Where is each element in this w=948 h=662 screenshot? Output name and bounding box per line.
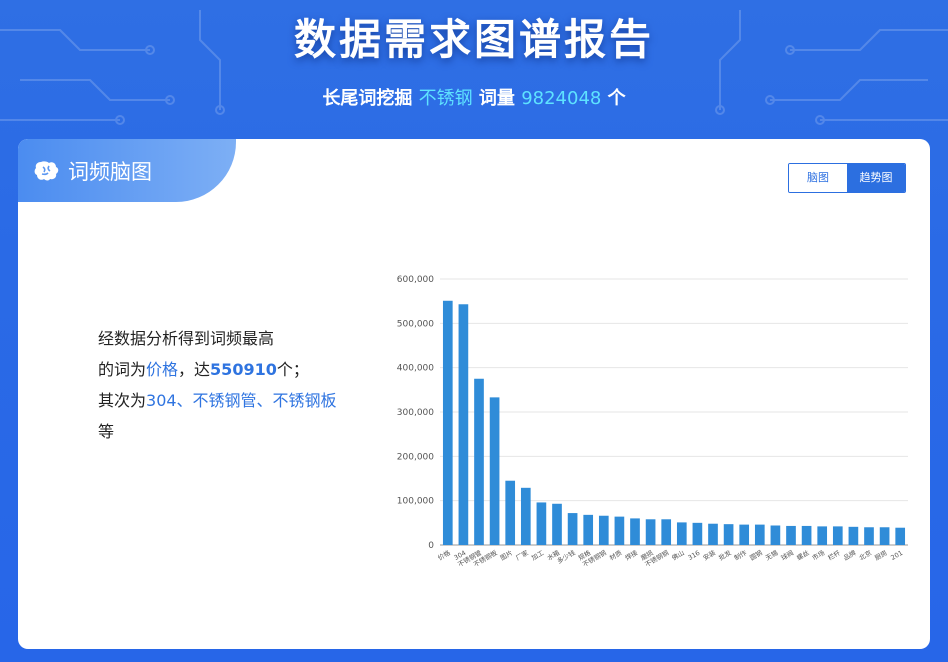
x-tick-label: 螺丝 bbox=[795, 548, 811, 563]
bar bbox=[598, 515, 609, 545]
bar bbox=[692, 522, 703, 545]
x-tick-label: 价格 bbox=[436, 548, 452, 563]
bar bbox=[895, 527, 906, 545]
x-tick-label: 316 bbox=[687, 549, 702, 562]
bar bbox=[583, 514, 594, 545]
summary-line-4: 等 bbox=[98, 422, 115, 441]
summary-text: 经数据分析得到词频最高 的词为价格，达550910个； 其次为304、不锈钢管、… bbox=[98, 323, 378, 447]
x-tick-label: 品牌 bbox=[842, 548, 858, 563]
subtitle: 长尾词挖掘 不锈钢 词量 9824048 个 bbox=[0, 84, 948, 110]
y-tick-label: 400,000 bbox=[397, 364, 434, 374]
next-words: 304、不锈钢管、不锈钢板 bbox=[146, 391, 337, 410]
bar bbox=[661, 519, 672, 545]
view-toggle: 脑图 趋势图 bbox=[788, 163, 906, 193]
tab-trend-chart[interactable]: 趋势图 bbox=[847, 164, 905, 192]
summary-line-2: 的词为价格，达550910个； bbox=[98, 354, 378, 385]
bar bbox=[879, 527, 890, 545]
x-tick-label: 加工 bbox=[530, 548, 546, 563]
bar bbox=[832, 526, 843, 545]
summary-line-3: 其次为304、不锈钢管、不锈钢板 bbox=[98, 385, 378, 416]
bar bbox=[630, 518, 640, 545]
bar bbox=[739, 524, 750, 545]
x-tick-label: 厨房 bbox=[873, 548, 889, 562]
page-title: 数据需求图谱报告 bbox=[293, 15, 654, 64]
bar bbox=[474, 378, 484, 545]
bar bbox=[442, 300, 453, 545]
summary-line-1: 经数据分析得到词频最高 bbox=[98, 329, 275, 348]
bar-chart: 0 100,000 200,000 300,000 400,000 500,000 600,… bbox=[397, 275, 908, 569]
y-tick-label: 0 bbox=[428, 541, 434, 551]
card-tab: 词频脑图 bbox=[18, 139, 236, 202]
x-tick-label: 制作 bbox=[732, 548, 748, 563]
summary-line-2-prefix: 的词为 bbox=[98, 360, 147, 379]
x-tick-label: 圆钢 bbox=[749, 549, 765, 563]
brain-icon bbox=[34, 160, 59, 180]
subtitle-prefix: 长尾词挖掘 bbox=[322, 88, 413, 109]
y-tick-label: 600,000 bbox=[397, 275, 434, 285]
x-tick-label: 北京 bbox=[857, 548, 873, 563]
bar bbox=[708, 523, 718, 545]
y-tick-label: 500,000 bbox=[397, 319, 434, 329]
x-tick-label: 无锡 bbox=[764, 548, 780, 563]
x-tick-label: 市场 bbox=[810, 548, 826, 563]
summary-line-2-suffix: 个； bbox=[276, 360, 309, 379]
bar bbox=[864, 527, 874, 545]
bar bbox=[567, 513, 578, 545]
x-tick-label: 批发 bbox=[717, 548, 733, 563]
x-tick-label: 球阀 bbox=[779, 548, 795, 562]
x-tick-label: 201 bbox=[889, 549, 904, 562]
top-count: 550910 bbox=[210, 360, 277, 379]
card-tab-label: 词频脑图 bbox=[68, 159, 152, 184]
bar bbox=[801, 525, 812, 545]
bar bbox=[770, 525, 781, 545]
x-tick-label: 佛山 bbox=[670, 548, 686, 562]
x-tick-label: 材质 bbox=[608, 548, 624, 563]
x-tick-label: 多少钱 bbox=[555, 548, 577, 566]
bar bbox=[552, 503, 562, 545]
subtitle-mid: 词量 bbox=[478, 88, 515, 109]
summary-line-2-mid: ，达 bbox=[178, 360, 211, 379]
bar bbox=[676, 522, 687, 545]
tab-mind-map[interactable]: 脑图 bbox=[789, 164, 847, 192]
bar bbox=[754, 524, 765, 545]
x-tick-label: 厂家 bbox=[514, 548, 530, 563]
bar bbox=[520, 487, 531, 545]
keyword: 不锈钢 bbox=[418, 88, 473, 109]
y-tick-label: 100,000 bbox=[397, 497, 434, 507]
summary-line-3-prefix: 其次为 bbox=[98, 391, 147, 410]
bar bbox=[786, 525, 796, 545]
x-tick-label: 图片 bbox=[498, 548, 514, 562]
bar bbox=[817, 526, 828, 545]
subtitle-suffix: 个 bbox=[607, 88, 626, 109]
bar bbox=[536, 502, 547, 545]
y-tick-label: 300,000 bbox=[397, 408, 434, 418]
word-frequency-card: 词频脑图 脑图 趋势图 经数据分析得到词频最高 的词为价格，达550910个； … bbox=[18, 139, 930, 649]
bar bbox=[489, 397, 500, 545]
bar bbox=[458, 304, 469, 545]
bar bbox=[614, 516, 625, 545]
bar bbox=[505, 480, 516, 545]
word-volume: 9824048 bbox=[521, 88, 602, 109]
y-tick-label: 200,000 bbox=[397, 452, 434, 462]
x-tick-label: 栏杆 bbox=[826, 548, 842, 563]
x-tick-label: 安装 bbox=[701, 548, 717, 563]
bar bbox=[645, 519, 656, 545]
bar bbox=[848, 526, 859, 545]
bar bbox=[723, 524, 734, 545]
x-tick-label: 焊接 bbox=[623, 548, 639, 563]
top-word: 价格 bbox=[146, 360, 179, 379]
